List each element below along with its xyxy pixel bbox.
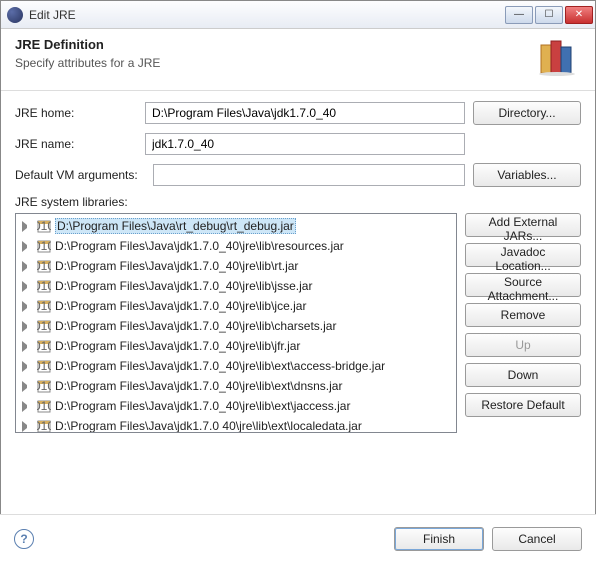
library-item[interactable]: 010 D:\Program Files\Java\rt_debug\rt_deb… [16,216,456,236]
down-button[interactable]: Down [465,363,581,387]
system-libraries-tree[interactable]: 010 D:\Program Files\Java\rt_debug\rt_deb… [15,213,457,433]
svg-text:010: 010 [37,379,51,393]
minimize-button[interactable]: — [505,6,533,24]
javadoc-location-button[interactable]: Javadoc Location... [465,243,581,267]
expander-icon[interactable] [22,281,33,292]
expander-icon[interactable] [22,421,33,432]
expander-icon[interactable] [22,381,33,392]
source-attachment-button[interactable]: Source Attachment... [465,273,581,297]
vm-args-label: Default VM arguments: [15,168,145,182]
library-item[interactable]: 010 D:\Program Files\Java\jdk1.7.0_40\jre… [16,296,456,316]
expander-icon[interactable] [22,301,33,312]
expander-icon[interactable] [22,401,33,412]
books-icon [537,37,581,80]
svg-text:010: 010 [37,259,51,273]
expander-icon[interactable] [22,361,33,372]
library-item[interactable]: 010 D:\Program Files\Java\jdk1.7.0 40\jre… [16,416,456,433]
library-item[interactable]: 010 D:\Program Files\Java\jdk1.7.0_40\jre… [16,396,456,416]
jre-home-label: JRE home: [15,106,137,120]
library-item[interactable]: 010 D:\Program Files\Java\jdk1.7.0_40\jre… [16,256,456,276]
library-path: D:\Program Files\Java\jdk1.7.0_40\jre\li… [55,379,342,393]
finish-button[interactable]: Finish [394,527,484,551]
library-path: D:\Program Files\Java\jdk1.7.0_40\jre\li… [55,239,344,253]
dialog-header: JRE Definition Specify attributes for a … [1,29,595,91]
library-path: D:\Program Files\Java\jdk1.7.0_40\jre\li… [55,339,300,353]
library-item[interactable]: 010 D:\Program Files\Java\jdk1.7.0_40\jre… [16,376,456,396]
svg-text:010: 010 [37,399,51,413]
close-button[interactable]: ✕ [565,6,593,24]
dialog-footer: ? Finish Cancel [0,514,596,562]
up-button[interactable]: Up [465,333,581,357]
jre-home-input[interactable] [145,102,465,124]
library-path: D:\Program Files\Java\jdk1.7.0 40\jre\li… [55,419,362,433]
header-title: JRE Definition [15,37,160,52]
svg-text:010: 010 [37,219,51,233]
header-subtitle: Specify attributes for a JRE [15,56,160,70]
library-path: D:\Program Files\Java\jdk1.7.0_40\jre\li… [55,359,385,373]
svg-text:010: 010 [37,279,51,293]
library-path: D:\Program Files\Java\rt_debug\rt_debug.… [55,218,296,234]
expander-icon[interactable] [22,241,33,252]
libs-label: JRE system libraries: [15,195,581,209]
library-path: D:\Program Files\Java\jdk1.7.0_40\jre\li… [55,319,336,333]
svg-text:010: 010 [37,359,51,373]
svg-text:010: 010 [37,339,51,353]
expander-icon[interactable] [22,261,33,272]
maximize-button[interactable]: ☐ [535,6,563,24]
remove-button[interactable]: Remove [465,303,581,327]
eclipse-icon [7,7,23,23]
vm-args-input[interactable] [153,164,465,186]
expander-icon[interactable] [22,221,33,232]
expander-icon[interactable] [22,341,33,352]
library-item[interactable]: 010 D:\Program Files\Java\jdk1.7.0_40\jre… [16,336,456,356]
svg-text:010: 010 [37,239,51,253]
expander-icon[interactable] [22,321,33,332]
library-item[interactable]: 010 D:\Program Files\Java\jdk1.7.0_40\jre… [16,316,456,336]
svg-text:010: 010 [37,319,51,333]
jre-name-input[interactable] [145,133,465,155]
variables-button[interactable]: Variables... [473,163,581,187]
add-external-jars-button[interactable]: Add External JARs... [465,213,581,237]
library-path: D:\Program Files\Java\jdk1.7.0_40\jre\li… [55,399,350,413]
library-item[interactable]: 010 D:\Program Files\Java\jdk1.7.0_40\jre… [16,276,456,296]
restore-default-button[interactable]: Restore Default [465,393,581,417]
directory-button[interactable]: Directory... [473,101,581,125]
jre-name-label: JRE name: [15,137,137,151]
library-path: D:\Program Files\Java\jdk1.7.0_40\jre\li… [55,299,306,313]
library-item[interactable]: 010 D:\Program Files\Java\jdk1.7.0_40\jre… [16,236,456,256]
library-path: D:\Program Files\Java\jdk1.7.0_40\jre\li… [55,259,298,273]
library-path: D:\Program Files\Java\jdk1.7.0_40\jre\li… [55,279,312,293]
help-icon[interactable]: ? [14,529,34,549]
svg-text:010: 010 [37,419,51,433]
window-title: Edit JRE [29,8,505,22]
titlebar[interactable]: Edit JRE — ☐ ✕ [1,1,595,29]
library-item[interactable]: 010 D:\Program Files\Java\jdk1.7.0_40\jre… [16,356,456,376]
svg-text:010: 010 [37,299,51,313]
cancel-button[interactable]: Cancel [492,527,582,551]
